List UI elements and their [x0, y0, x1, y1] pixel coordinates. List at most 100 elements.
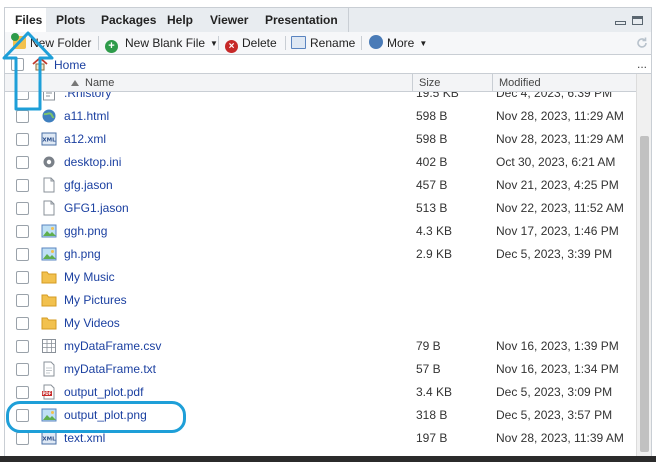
size-column-header[interactable]: Size — [419, 74, 440, 92]
breadcrumb-home-link[interactable]: Home — [54, 57, 86, 73]
file-row[interactable]: My Videos — [5, 312, 636, 335]
file-size: 402 B — [416, 155, 448, 169]
rename-button[interactable]: Rename — [291, 32, 355, 54]
file-row[interactable]: myDataFrame.csv 79 B Nov 16, 2023, 1:39 PM — [5, 335, 636, 358]
file-size: 197 B — [416, 431, 448, 445]
file-name-link[interactable]: My Pictures — [64, 289, 127, 312]
toolbar-divider — [218, 36, 219, 50]
more-button[interactable]: More ▼ — [369, 32, 427, 54]
file-row[interactable]: .Rhistory 19.5 KB Dec 4, 2023, 6:39 PM — [5, 92, 636, 105]
file-modified: Nov 21, 2023, 4:25 PM — [496, 178, 619, 192]
row-checkbox[interactable] — [16, 294, 29, 307]
row-checkbox[interactable] — [16, 363, 29, 376]
gear-icon — [369, 35, 383, 49]
file-row[interactable]: ggh.png 4.3 KB Nov 17, 2023, 1:46 PM — [5, 220, 636, 243]
blank-file-icon — [41, 200, 57, 216]
file-name-link[interactable]: .Rhistory — [64, 92, 111, 105]
new-blank-file-button[interactable]: + New Blank File ▼ — [105, 32, 218, 54]
maximize-pane-icon[interactable] — [632, 16, 643, 25]
tab-packages[interactable]: Packages — [91, 8, 168, 32]
row-checkbox[interactable] — [16, 432, 29, 445]
file-modified: Nov 16, 2023, 1:39 PM — [496, 339, 619, 353]
vertical-scrollbar[interactable] — [636, 74, 652, 456]
row-checkbox[interactable] — [16, 317, 29, 330]
rename-icon — [291, 36, 306, 49]
column-divider — [492, 74, 493, 92]
delete-label: Delete — [242, 36, 277, 50]
file-size: 4.3 KB — [416, 224, 453, 238]
file-size: 318 B — [416, 408, 448, 422]
file-size: 598 B — [416, 132, 448, 146]
chevron-down-icon: ▼ — [210, 39, 218, 48]
sort-ascending-icon — [71, 80, 79, 86]
file-size: 57 B — [416, 362, 441, 376]
file-name-link[interactable]: myDataFrame.csv — [64, 335, 161, 358]
file-name-link[interactable]: My Music — [64, 266, 115, 289]
xml-file-icon: XML — [41, 131, 57, 147]
image-file-icon — [41, 223, 57, 239]
delete-button[interactable]: × Delete — [225, 32, 277, 54]
svg-text:XML: XML — [42, 138, 56, 144]
file-name-link[interactable]: a12.xml — [64, 128, 106, 151]
file-name-link[interactable]: GFG1.jason — [64, 197, 129, 220]
file-row[interactable]: a11.html 598 B Nov 28, 2023, 11:29 AM — [5, 105, 636, 128]
file-size: 79 B — [416, 339, 441, 353]
text-file-icon — [41, 361, 57, 377]
svg-text:XML: XML — [42, 437, 56, 443]
file-name-link[interactable]: ggh.png — [64, 220, 107, 243]
modified-column-header[interactable]: Modified — [499, 74, 541, 92]
scrollbar-thumb[interactable] — [640, 136, 649, 452]
column-divider — [412, 74, 413, 92]
file-name-link[interactable]: My Videos — [64, 312, 120, 335]
file-size: 2.9 KB — [416, 247, 453, 261]
file-modified: Nov 28, 2023, 11:39 AM — [496, 431, 624, 445]
pane-tab-strip: Files Plots Packages Help Viewer Present… — [0, 0, 656, 32]
rename-label: Rename — [310, 36, 356, 50]
tab-plots[interactable]: Plots — [46, 8, 97, 32]
file-modified: Nov 17, 2023, 1:46 PM — [496, 224, 619, 238]
row-checkbox[interactable] — [16, 248, 29, 261]
file-size: 19.5 KB — [416, 92, 459, 100]
file-row[interactable]: XML a12.xml 598 B Nov 28, 2023, 11:29 AM — [5, 128, 636, 151]
file-size: 513 B — [416, 201, 448, 215]
file-row[interactable]: My Pictures — [5, 289, 636, 312]
row-checkbox[interactable] — [16, 340, 29, 353]
name-column-header[interactable]: Name — [71, 74, 114, 92]
chevron-down-icon: ▼ — [419, 39, 428, 48]
tab-presentation[interactable]: Presentation — [255, 8, 349, 32]
file-modified: Dec 5, 2023, 3:57 PM — [496, 408, 613, 422]
row-checkbox[interactable] — [16, 386, 29, 399]
files-toolbar: New Folder + New Blank File ▼ × Delete Rena… — [4, 32, 652, 54]
row-checkbox[interactable] — [16, 202, 29, 215]
file-name-link[interactable]: gfg.jason — [64, 174, 113, 197]
tab-viewer[interactable]: Viewer — [200, 8, 260, 32]
file-modified: Oct 30, 2023, 6:21 AM — [496, 155, 616, 169]
file-row[interactable]: My Music — [5, 266, 636, 289]
file-name-link[interactable]: gh.png — [64, 243, 101, 266]
minimize-pane-icon[interactable] — [615, 21, 626, 25]
toolbar-divider — [98, 36, 99, 50]
row-checkbox[interactable] — [16, 133, 29, 146]
go-to-directory-button[interactable]: ... — [637, 55, 647, 73]
file-modified: Dec 4, 2023, 6:39 PM — [496, 92, 613, 100]
more-label: More — [387, 36, 415, 50]
refresh-button[interactable] — [635, 32, 649, 54]
annotation-highlight-oval — [6, 401, 186, 433]
row-checkbox[interactable] — [16, 225, 29, 238]
file-name-link[interactable]: a11.html — [64, 105, 109, 128]
row-checkbox[interactable] — [16, 156, 29, 169]
file-row[interactable]: gfg.jason 457 B Nov 21, 2023, 4:25 PM — [5, 174, 636, 197]
blank-file-icon — [41, 177, 57, 193]
file-modified: Nov 28, 2023, 11:29 AM — [496, 109, 624, 123]
file-row[interactable]: myDataFrame.txt 57 B Nov 16, 2023, 1:34 PM — [5, 358, 636, 381]
file-row[interactable]: desktop.ini 402 B Oct 30, 2023, 6:21 AM — [5, 151, 636, 174]
file-row[interactable]: GFG1.jason 513 B Nov 22, 2023, 11:52 AM — [5, 197, 636, 220]
file-row[interactable]: gh.png 2.9 KB Dec 5, 2023, 3:39 PM — [5, 243, 636, 266]
row-checkbox[interactable] — [16, 271, 29, 284]
file-name-link[interactable]: desktop.ini — [64, 151, 121, 174]
file-name-link[interactable]: myDataFrame.txt — [64, 358, 156, 381]
toolbar-divider — [285, 36, 286, 50]
row-checkbox[interactable] — [16, 179, 29, 192]
tab-help[interactable]: Help — [157, 8, 205, 32]
gear-icon — [41, 154, 57, 170]
